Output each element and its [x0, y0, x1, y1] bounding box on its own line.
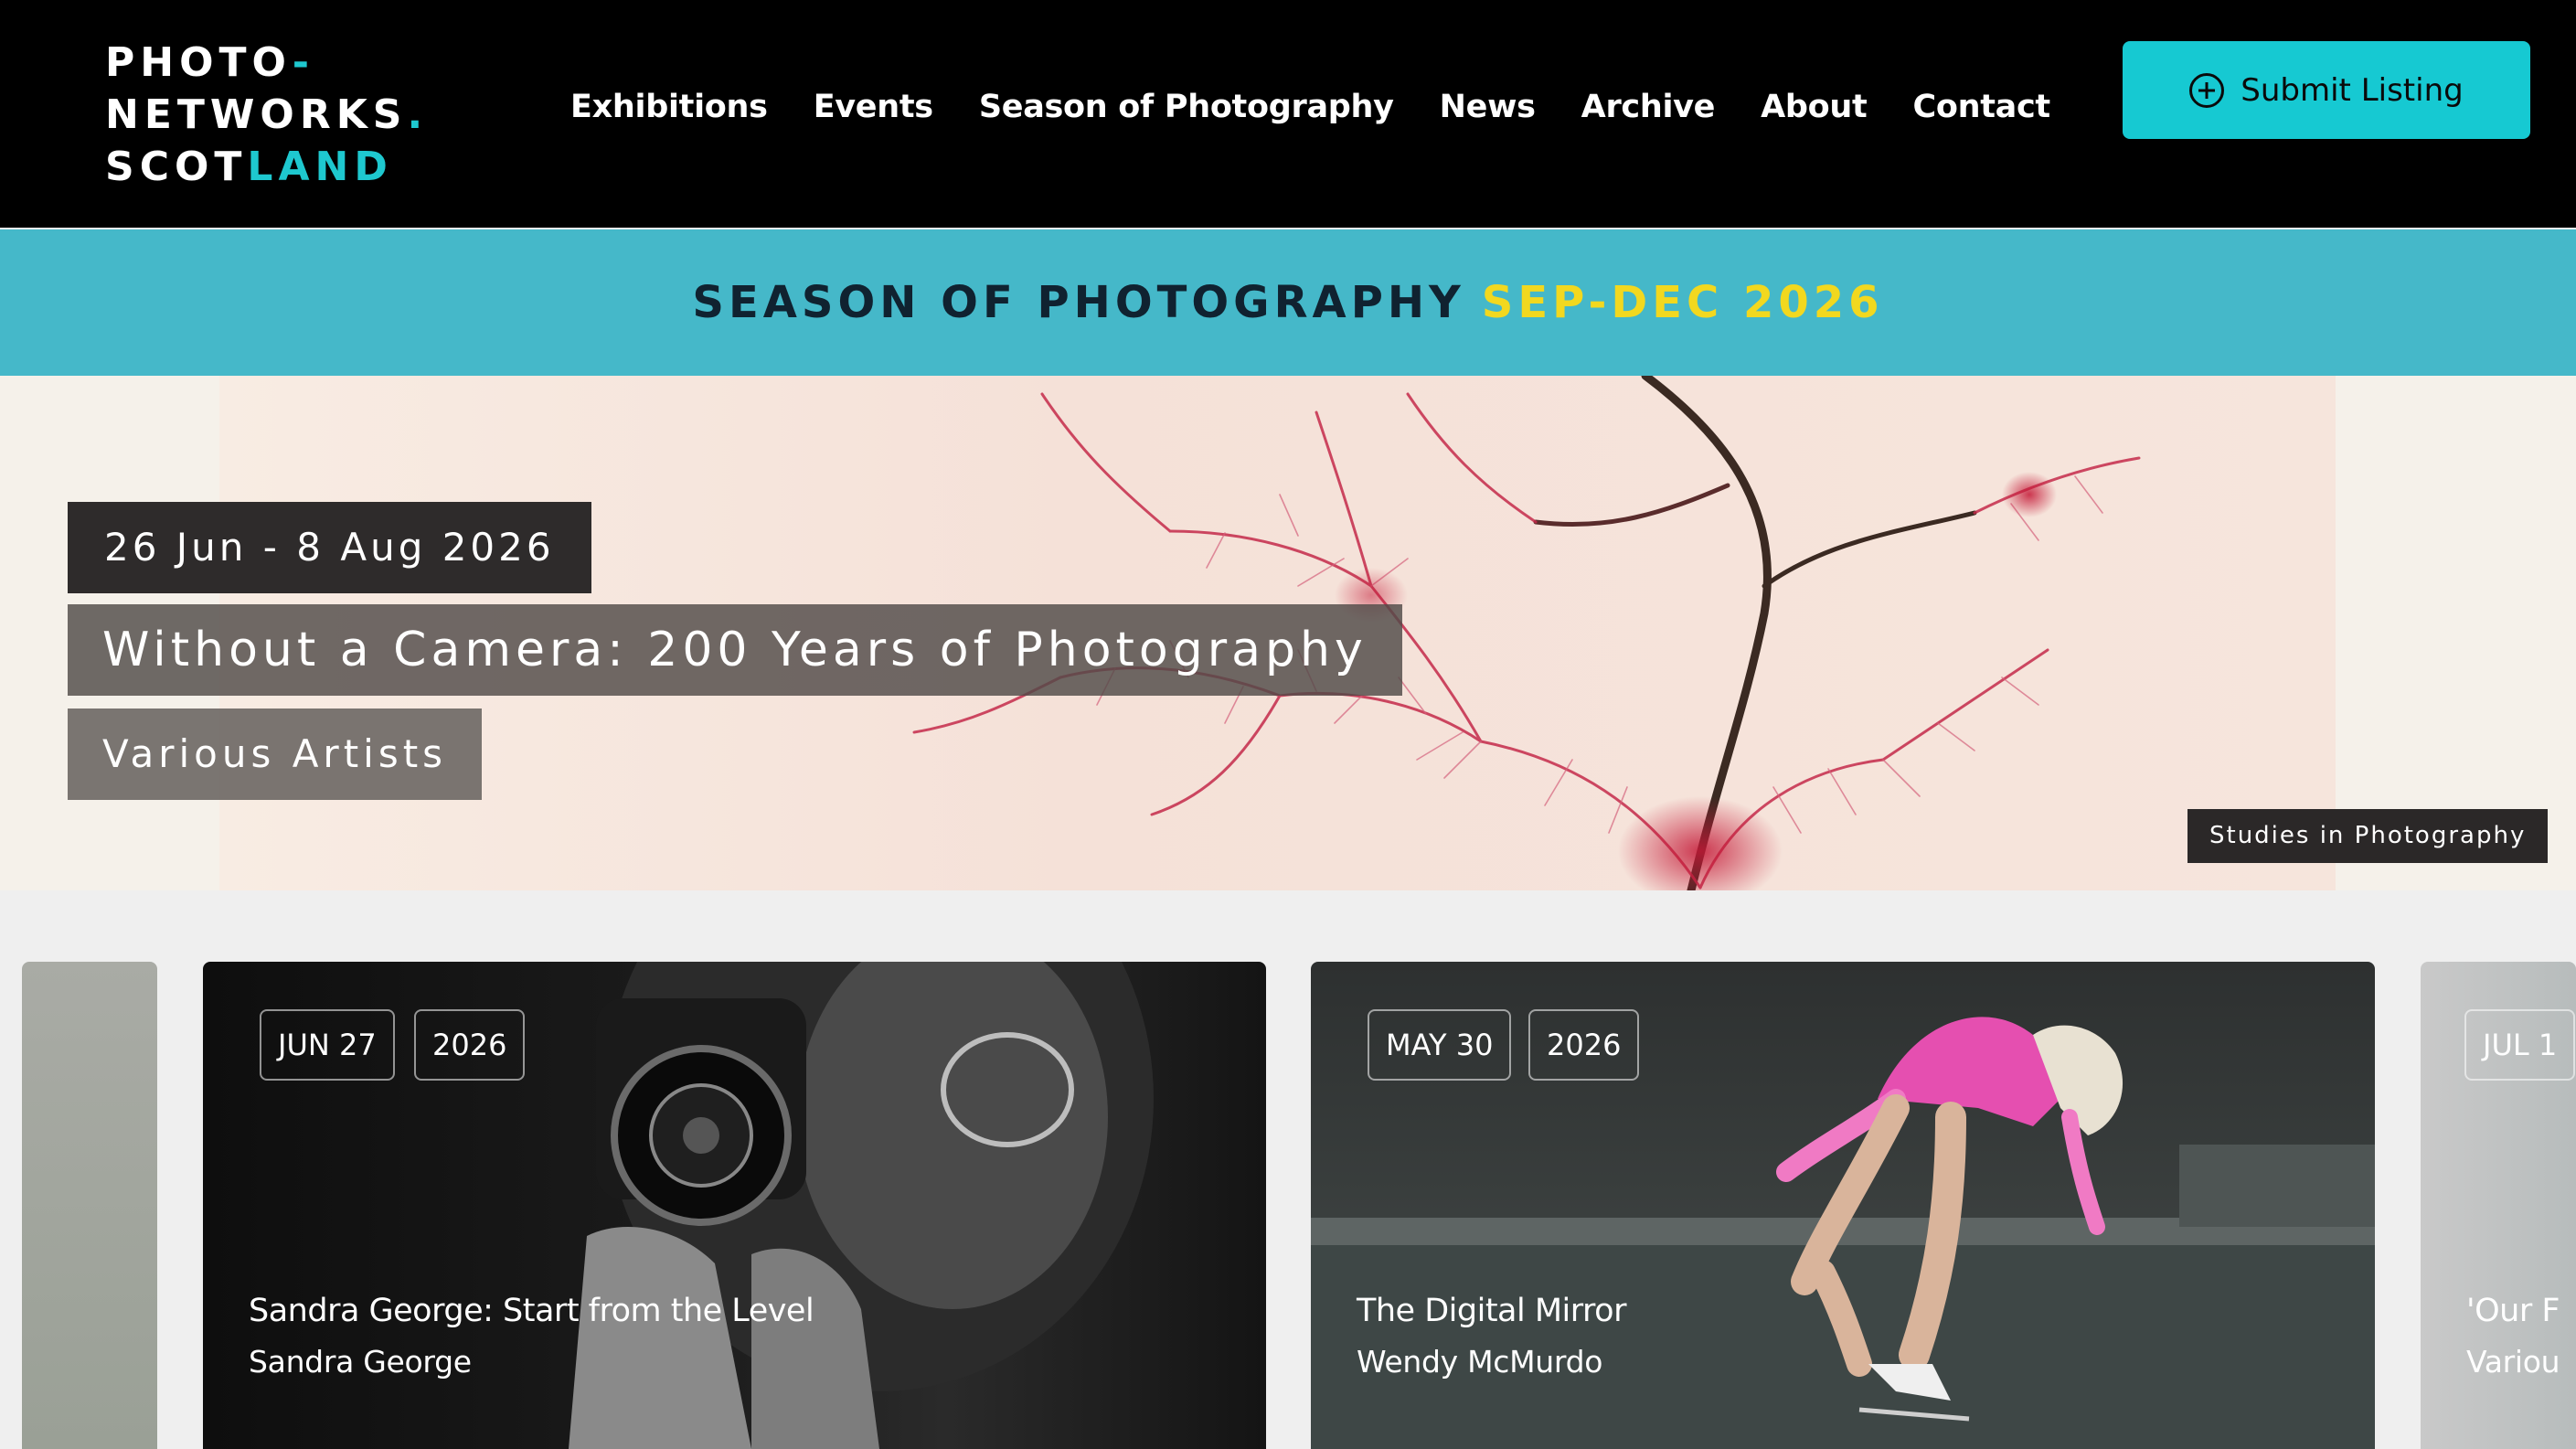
logo-line-2: NETWORKS [105, 91, 408, 138]
site-logo[interactable]: PHOTO- NETWORKS. SCOTLAND [105, 37, 428, 193]
nav-contact[interactable]: Contact [1912, 89, 2050, 125]
nav-about[interactable]: About [1761, 89, 1868, 125]
card-artist: Variou [2466, 1344, 2560, 1380]
hero-artist: Various Artists [68, 709, 483, 800]
nav-events[interactable]: Events [814, 89, 933, 125]
card-title[interactable]: The Digital Mirror [1357, 1293, 1626, 1329]
logo-accent-2: . [407, 91, 429, 138]
card-artist: Sandra George [249, 1344, 472, 1380]
plus-circle-icon [2189, 72, 2225, 108]
nav-archive[interactable]: Archive [1581, 89, 1716, 125]
listing-card[interactable]: JUN 27 2026 Sandra George: Start from th… [203, 962, 1266, 1449]
listing-card-peek-left[interactable] [22, 962, 157, 1449]
card-title[interactable]: 'Our F [2466, 1293, 2560, 1329]
card-title[interactable]: Sandra George: Start from the Level [249, 1293, 814, 1329]
logo-accent-1: - [292, 39, 314, 86]
hero-credit-badge: Studies in Photography [2187, 809, 2549, 863]
nav-news[interactable]: News [1440, 89, 1536, 125]
season-banner[interactable]: SEASON OF PHOTOGRAPHY SEP-DEC 2026 [0, 229, 2576, 376]
submit-listing-label: Submit Listing [2241, 71, 2464, 109]
season-banner-dates: SEP-DEC 2026 [1481, 277, 1884, 328]
main-nav: Exhibitions Events Season of Photography… [570, 89, 2050, 125]
season-banner-text: SEASON OF PHOTOGRAPHY [692, 277, 1465, 328]
logo-line-3: SCOT [105, 144, 248, 190]
card-year-chip: 2026 [414, 1009, 526, 1081]
hero-title[interactable]: Without a Camera: 200 Years of Photograp… [68, 604, 1402, 696]
logo-accent-3: LAND [247, 144, 393, 190]
hero-feature[interactable]: 26 Jun - 8 Aug 2026 Without a Camera: 20… [0, 376, 2576, 890]
listing-carousel: JUN 27 2026 Sandra George: Start from th… [0, 890, 2576, 1449]
card-date-chip: MAY 30 [1368, 1009, 1512, 1081]
card-artist: Wendy McMurdo [1357, 1344, 1603, 1380]
nav-exhibitions[interactable]: Exhibitions [570, 89, 768, 125]
listing-card-peek-right[interactable]: JUL 1 'Our F Variou [2421, 962, 2576, 1449]
logo-line-1: PHOTO [105, 39, 293, 86]
site-header: PHOTO- NETWORKS. SCOTLAND Exhibitions Ev… [0, 0, 2576, 228]
nav-season-of-photography[interactable]: Season of Photography [979, 89, 1394, 125]
listing-card[interactable]: MAY 30 2026 The Digital Mirror Wendy McM… [1311, 962, 2375, 1449]
hero-date: 26 Jun - 8 Aug 2026 [68, 502, 591, 593]
card-date-chip: JUN 27 [260, 1009, 395, 1081]
submit-listing-button[interactable]: Submit Listing [2123, 41, 2530, 139]
card-date-chip: JUL 1 [2464, 1009, 2576, 1081]
card-year-chip: 2026 [1528, 1009, 1640, 1081]
